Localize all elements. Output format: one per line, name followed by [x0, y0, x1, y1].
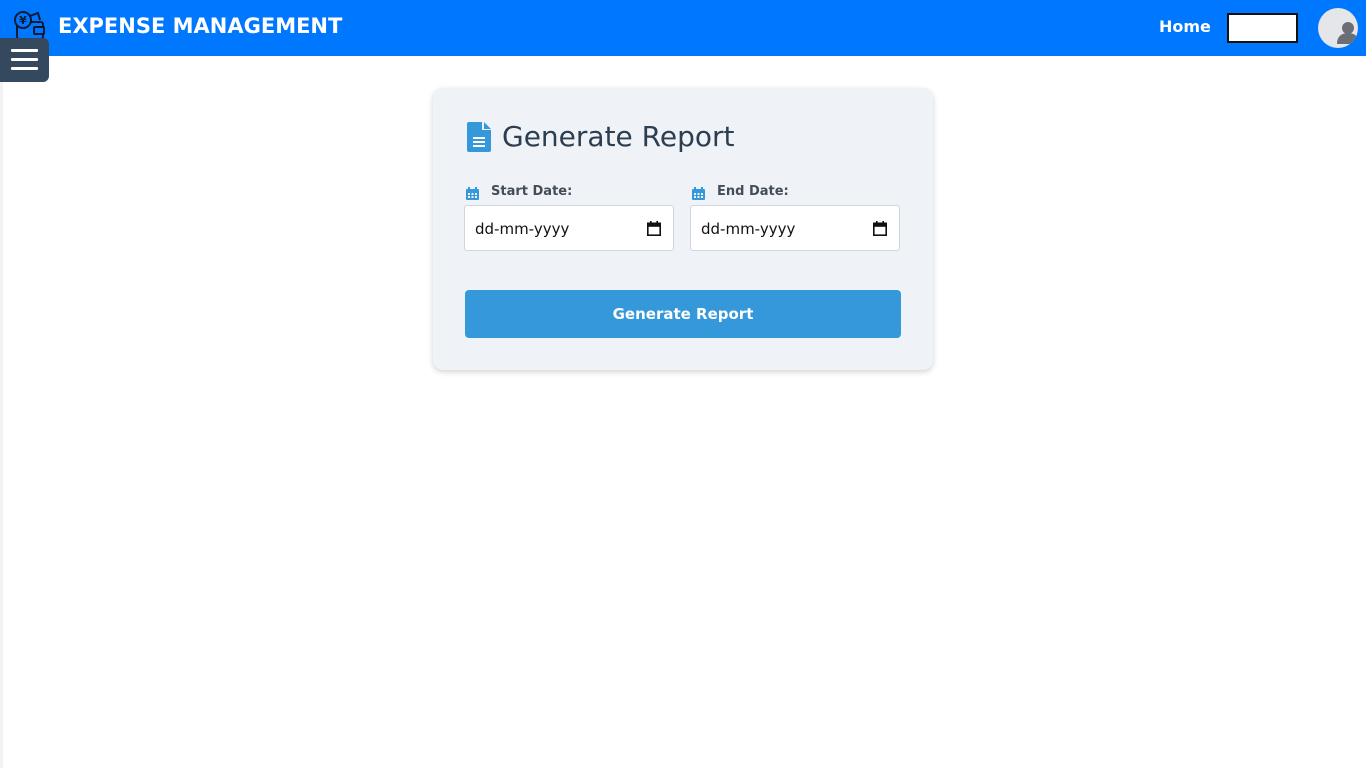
end-date-label: End Date: — [692, 182, 900, 200]
page-title: Generate Report — [502, 120, 735, 153]
home-link[interactable]: Home — [1159, 17, 1211, 36]
calendar-icon — [466, 185, 479, 200]
report-header: Generate Report — [467, 120, 735, 153]
top-navbar: ¥ EXPENSE MANAGEMENT Home Logout — [0, 0, 1366, 56]
generate-report-button[interactable]: Generate Report — [465, 290, 901, 338]
hamburger-menu-icon[interactable] — [0, 38, 49, 82]
sidebar-edge — [0, 82, 3, 768]
logout-button[interactable]: Logout — [1227, 13, 1298, 43]
avatar[interactable] — [1318, 8, 1358, 48]
start-date-placeholder: dd-mm-yyyy — [475, 220, 570, 238]
document-icon — [467, 122, 491, 152]
start-date-input[interactable]: dd-mm-yyyy — [464, 205, 674, 251]
svg-text:¥: ¥ — [19, 14, 27, 27]
end-date-input[interactable]: dd-mm-yyyy — [690, 205, 900, 251]
start-date-field: Start Date: dd-mm-yyyy — [464, 182, 674, 251]
date-picker-icon[interactable] — [873, 221, 887, 236]
calendar-icon — [692, 185, 705, 200]
date-picker-icon[interactable] — [647, 221, 661, 236]
user-icon — [1337, 22, 1358, 44]
end-date-field: End Date: dd-mm-yyyy — [690, 182, 900, 251]
start-date-label: Start Date: — [466, 182, 674, 200]
report-card: Generate Report Start Date: dd-mm-yyyy E… — [433, 88, 933, 370]
end-date-placeholder: dd-mm-yyyy — [701, 220, 796, 238]
app-title: EXPENSE MANAGEMENT — [58, 14, 343, 38]
